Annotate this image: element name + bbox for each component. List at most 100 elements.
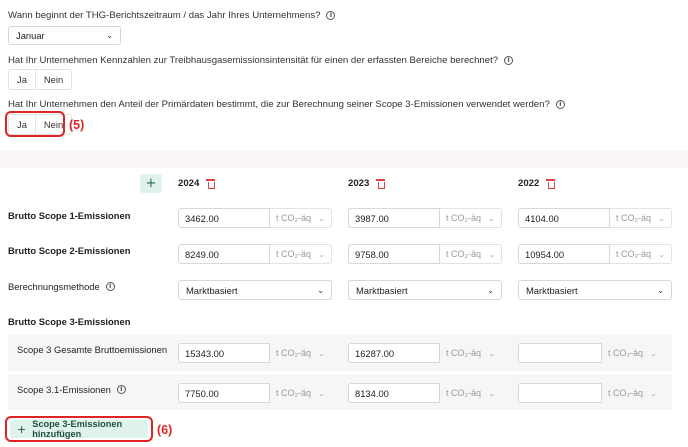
chevron-down-icon: ⌄ [318,348,325,358]
unit-label: t CO₂-äq [446,213,482,223]
chevron-down-icon: ⌄ [318,388,325,398]
intensity-metrics-yes-button[interactable]: Ja [9,70,35,89]
row-label-scope1: Brutto Scope 1-Emissionen [8,210,131,221]
unit-label: t CO₂-äq [616,249,652,259]
unit-label: t CO₂-äq [446,249,482,259]
unit-select[interactable]: t CO₂-äq ⌄ [270,244,332,264]
unit-select[interactable]: t CO₂-äq ⌄ [602,343,664,363]
annotation-label: (6) [157,423,173,437]
unit-select[interactable]: t CO₂-äq ⌄ [440,383,502,403]
chevron-down-icon: ⌄ [488,348,495,358]
chevron-down-icon: ⌄ [488,388,495,398]
question-reporting-period: Wann beginnt der THG-Berichtszeitraum / … [8,10,336,21]
chevron-down-icon: ⌄ [106,31,113,40]
unit-select[interactable]: t CO₂-äq ⌄ [440,244,502,264]
value-input[interactable]: 8249.00 [178,244,270,264]
unit-label: t CO₂-äq [446,348,482,358]
chevron-down-icon: ⌄ [317,285,324,295]
method-value: Marktbasiert [186,284,238,296]
year-column-header: 2022 [518,178,556,189]
unit-select[interactable]: t CO₂-äq ⌄ [602,383,664,403]
row-label-scope3: Brutto Scope 3-Emissionen [8,316,131,327]
value-input[interactable]: 3987.00 [348,208,440,228]
method-value: Marktbasiert [356,284,408,296]
value-input[interactable]: 8134.00 [348,383,440,403]
chevron-down-icon: ⌄ [650,348,657,358]
unit-label: t CO₂-äq [276,388,312,398]
reporting-period-month-select[interactable]: Januar ⌄ [8,26,121,45]
scope1-2024-field: 3462.00 t CO₂-äq ⌄ [178,208,332,228]
chevron-down-icon: ⌄ [657,285,664,295]
chevron-down-icon: ⌄ [487,285,494,295]
unit-select[interactable]: t CO₂-äq ⌄ [440,208,502,228]
row-label-scope3-total: Scope 3 Gesamte Bruttoemissionen [17,344,168,355]
scope3-1-2023-field: 8134.00 t CO₂-äq ⌄ [348,383,502,403]
question-intensity-metrics-label: Hat Ihr Unternehmen Kennzahlen zur Treib… [8,55,499,66]
year-label: 2022 [518,178,540,189]
year-column-header: 2023 [348,178,386,189]
unit-label: t CO₂-äq [616,213,652,223]
unit-select[interactable]: t CO₂-äq ⌄ [610,208,672,228]
section-divider [0,151,688,168]
unit-select[interactable]: t CO₂-äq ⌄ [440,343,502,363]
add-year-column-button[interactable]: + [140,174,162,193]
unit-select[interactable]: t CO₂-äq ⌄ [270,343,332,363]
method-2022-select[interactable]: Marktbasiert ⌄ [518,280,672,300]
question-intensity-metrics: Hat Ihr Unternehmen Kennzahlen zur Treib… [8,55,514,66]
value-input[interactable]: 9758.00 [348,244,440,264]
year-label: 2023 [348,178,370,189]
unit-label: t CO₂-äq [608,348,644,358]
method-2024-select[interactable]: Marktbasiert ⌄ [178,280,332,300]
question-reporting-period-label: Wann beginnt der THG-Berichtszeitraum / … [8,10,321,21]
info-icon[interactable]: i [105,282,115,291]
scope3-total-2022-field: t CO₂-äq ⌄ [518,343,664,363]
value-input[interactable] [518,343,602,363]
unit-label: t CO₂-äq [276,348,312,358]
chevron-down-icon: ⌄ [658,213,665,223]
unit-label: t CO₂-äq [446,388,482,398]
chevron-down-icon: ⌄ [658,249,665,259]
method-label: Berechnungsmethode [8,281,100,292]
unit-label: t CO₂-äq [276,249,312,259]
scope3-1-label: Scope 3.1-Emissionen [17,384,111,395]
row-label-scope2: Brutto Scope 2-Emissionen [8,245,131,256]
method-value: Marktbasiert [526,284,578,296]
value-input[interactable]: 3462.00 [178,208,270,228]
scope1-2022-field: 4104.00 t CO₂-äq ⌄ [518,208,672,228]
unit-select[interactable]: t CO₂-äq ⌄ [270,383,332,403]
info-icon[interactable]: i [116,385,126,394]
annotation-label: (5) [69,118,85,132]
value-input[interactable]: 15343.00 [178,343,270,363]
year-column-header: 2024 [178,178,216,189]
unit-select[interactable]: t CO₂-äq ⌄ [610,244,672,264]
scope3-1-2022-field: t CO₂-äq ⌄ [518,383,664,403]
value-input[interactable]: 10954.00 [518,244,610,264]
chevron-down-icon: ⌄ [650,388,657,398]
value-input[interactable] [518,383,602,403]
info-icon[interactable]: i [504,56,514,65]
unit-label: t CO₂-äq [276,213,312,223]
chevron-down-icon: ⌄ [318,213,325,223]
unit-select[interactable]: t CO₂-äq ⌄ [270,208,332,228]
highlight-outline [5,111,65,137]
value-input[interactable]: 16287.00 [348,343,440,363]
trash-icon[interactable] [546,179,556,189]
unit-label: t CO₂-äq [608,388,644,398]
info-icon[interactable]: i [555,100,565,109]
scope2-2024-field: 8249.00 t CO₂-äq ⌄ [178,244,332,264]
row-label-method: Berechnungsmethode i [8,281,115,292]
intensity-metrics-toggle: Ja Nein [8,69,73,90]
reporting-period-month-value: Januar [16,30,45,41]
row-label-scope3-1: Scope 3.1-Emissionen i [17,384,126,395]
method-2023-select[interactable]: Marktbasiert ⌄ [348,280,502,300]
trash-icon[interactable] [206,179,216,189]
scope2-2022-field: 10954.00 t CO₂-äq ⌄ [518,244,672,264]
year-label: 2024 [178,178,200,189]
trash-icon[interactable] [376,179,386,189]
value-input[interactable]: 7750.00 [178,383,270,403]
scope3-total-2024-field: 15343.00 t CO₂-äq ⌄ [178,343,332,363]
scope3-1-2024-field: 7750.00 t CO₂-äq ⌄ [178,383,332,403]
info-icon[interactable]: i [326,11,336,20]
value-input[interactable]: 4104.00 [518,208,610,228]
intensity-metrics-no-button[interactable]: Nein [34,70,71,89]
